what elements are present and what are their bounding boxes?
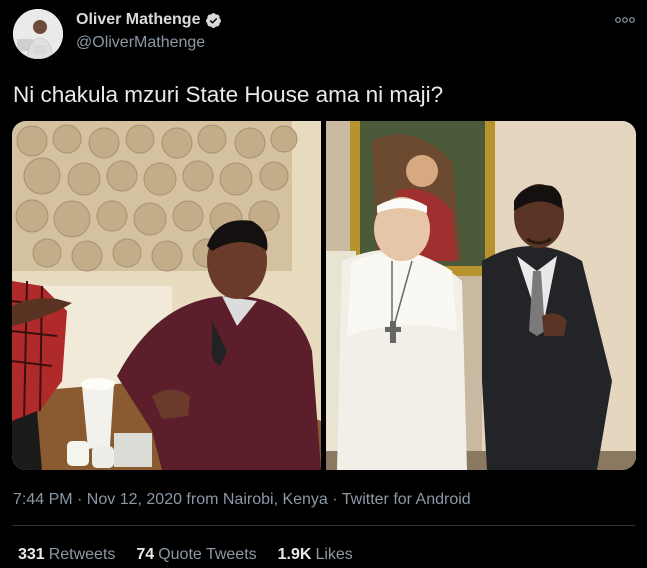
author-avatar[interactable] (13, 9, 63, 59)
quotes-count: 74 (136, 546, 155, 563)
more-options-icon[interactable] (613, 12, 637, 28)
tweet-meta: 7:44 PM · Nov 12, 2020 from Nairobi, Ken… (13, 491, 471, 508)
likes-label: Likes (315, 546, 353, 563)
quote-tweets-stat[interactable]: 74 Quote Tweets (136, 546, 256, 564)
retweets-stat[interactable]: 331 Retweets (18, 546, 115, 564)
tweet-media[interactable] (12, 121, 636, 470)
right-photo (326, 121, 636, 470)
retweets-count: 331 (18, 546, 45, 563)
photo-collage (12, 121, 636, 470)
author-handle[interactable]: @OliverMathenge (76, 34, 205, 52)
verified-badge-icon (206, 12, 222, 28)
avatar-photo (13, 9, 63, 59)
author-name-row[interactable]: Oliver Mathenge (76, 11, 222, 29)
likes-stat[interactable]: 1.9K Likes (278, 546, 353, 564)
likes-count: 1.9K (277, 546, 312, 563)
retweets-label: Retweets (48, 546, 116, 563)
divider (12, 525, 635, 526)
tweet-text: Ni chakula mzuri State House ama ni maji… (13, 82, 444, 107)
tweet-stats: 331 Retweets 74 Quote Tweets 1.9K Likes (18, 546, 353, 564)
left-photo (12, 121, 321, 470)
quotes-label: Quote Tweets (158, 546, 257, 563)
author-name[interactable]: Oliver Mathenge (76, 11, 200, 29)
